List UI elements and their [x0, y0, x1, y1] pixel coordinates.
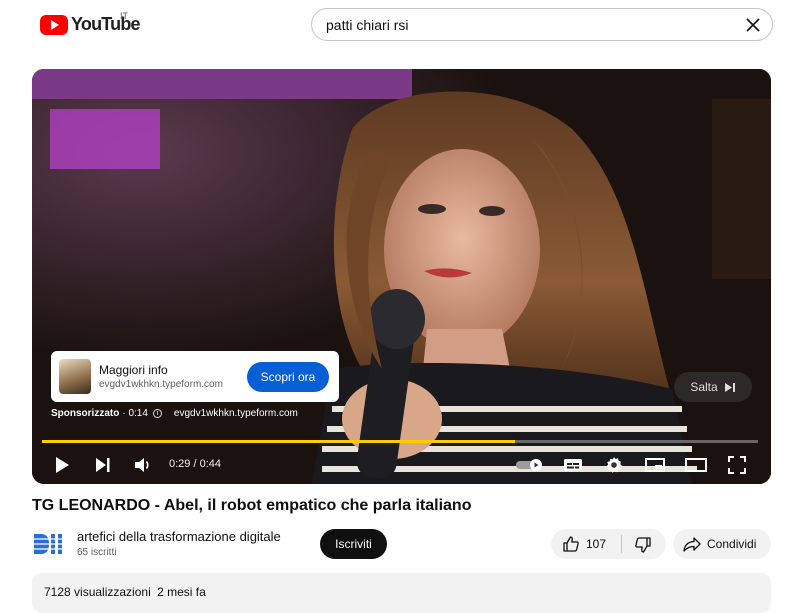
search-input[interactable]: patti chiari rsi [326, 17, 408, 33]
settings-button[interactable] [601, 452, 627, 478]
ad-info-row: Sponsorizzato · 0:14 i evgdv1wkhkn.typef… [51, 408, 298, 419]
volume-icon [135, 458, 149, 472]
skip-label: Salta [690, 380, 718, 394]
upload-date: 2 mesi fa [157, 585, 206, 599]
channel-name[interactable]: artefici della trasformazione digitale [77, 529, 281, 544]
ad-card[interactable]: Maggiori info evgdv1wkhkn.typeform.com S… [51, 351, 339, 402]
ad-url: evgdv1wkhkn.typeform.com [99, 379, 223, 390]
skip-ad-button[interactable]: Salta [674, 372, 752, 402]
progress-fill [42, 440, 515, 443]
play-button[interactable] [49, 452, 75, 478]
thumbs-up-icon [563, 536, 579, 552]
ad-cta-button[interactable]: Scopri ora [247, 362, 329, 392]
video-player[interactable]: Maggiori info evgdv1wkhkn.typeform.com S… [32, 69, 771, 484]
time-display: 0:29 / 0:44 [169, 458, 221, 470]
fullscreen-icon [728, 456, 746, 474]
ad-thumbnail [59, 359, 91, 394]
video-title: TG LEONARDO - Abel, il robot empatico ch… [32, 497, 472, 514]
logo-text: YouTube [71, 14, 141, 34]
dislike-button[interactable] [623, 529, 666, 559]
share-label: Condividi [707, 537, 757, 551]
close-icon[interactable] [742, 14, 764, 36]
player-controls: 0:29 / 0:44 [32, 447, 771, 483]
volume-button[interactable] [130, 452, 156, 478]
skip-next-icon [724, 382, 735, 392]
like-dislike-group: 107 [551, 529, 666, 559]
top-bar: YouTube IT patti chiari rsi [0, 0, 800, 50]
description-box[interactable]: 7128 visualizzazioni 2 mesi fa [32, 573, 771, 613]
info-icon[interactable]: i [152, 409, 162, 418]
ad-time: · 0:14 [122, 408, 148, 419]
youtube-play-icon [40, 14, 68, 35]
ad-title: Maggiori info [99, 363, 168, 377]
channel-avatar[interactable] [33, 532, 66, 556]
subscriber-count: 65 iscritti [77, 547, 117, 558]
progress-bar[interactable] [42, 440, 758, 443]
view-count: 7128 visualizzazioni [44, 585, 151, 599]
next-button[interactable] [90, 452, 116, 478]
like-divider [621, 535, 622, 553]
autoplay-toggle[interactable] [515, 452, 547, 478]
ad-info-url[interactable]: evgdv1wkhkn.typeform.com [174, 408, 298, 419]
miniplayer-button[interactable] [642, 452, 668, 478]
subtitles-button[interactable] [560, 452, 586, 478]
share-icon [683, 537, 701, 552]
thumbs-down-icon [635, 537, 651, 553]
country-code: IT [120, 11, 128, 21]
subscribe-button[interactable]: Iscriviti [320, 529, 387, 559]
theater-mode-icon [685, 458, 707, 472]
video-frame [32, 69, 771, 484]
like-button[interactable]: 107 [551, 529, 621, 559]
play-icon [56, 457, 69, 473]
subtitles-icon [564, 459, 582, 471]
autoplay-toggle-icon [516, 459, 542, 471]
like-count: 107 [586, 537, 607, 551]
fullscreen-button[interactable] [724, 452, 750, 478]
sponsored-label: Sponsorizzato [51, 408, 120, 419]
gear-icon [606, 457, 622, 473]
miniplayer-icon [645, 458, 665, 472]
search-box[interactable]: patti chiari rsi [311, 8, 773, 41]
skip-next-icon [96, 458, 110, 472]
theater-mode-button[interactable] [683, 452, 709, 478]
share-button[interactable]: Condividi [673, 529, 771, 559]
view-count-and-date: 7128 visualizzazioni 2 mesi fa [44, 585, 206, 599]
